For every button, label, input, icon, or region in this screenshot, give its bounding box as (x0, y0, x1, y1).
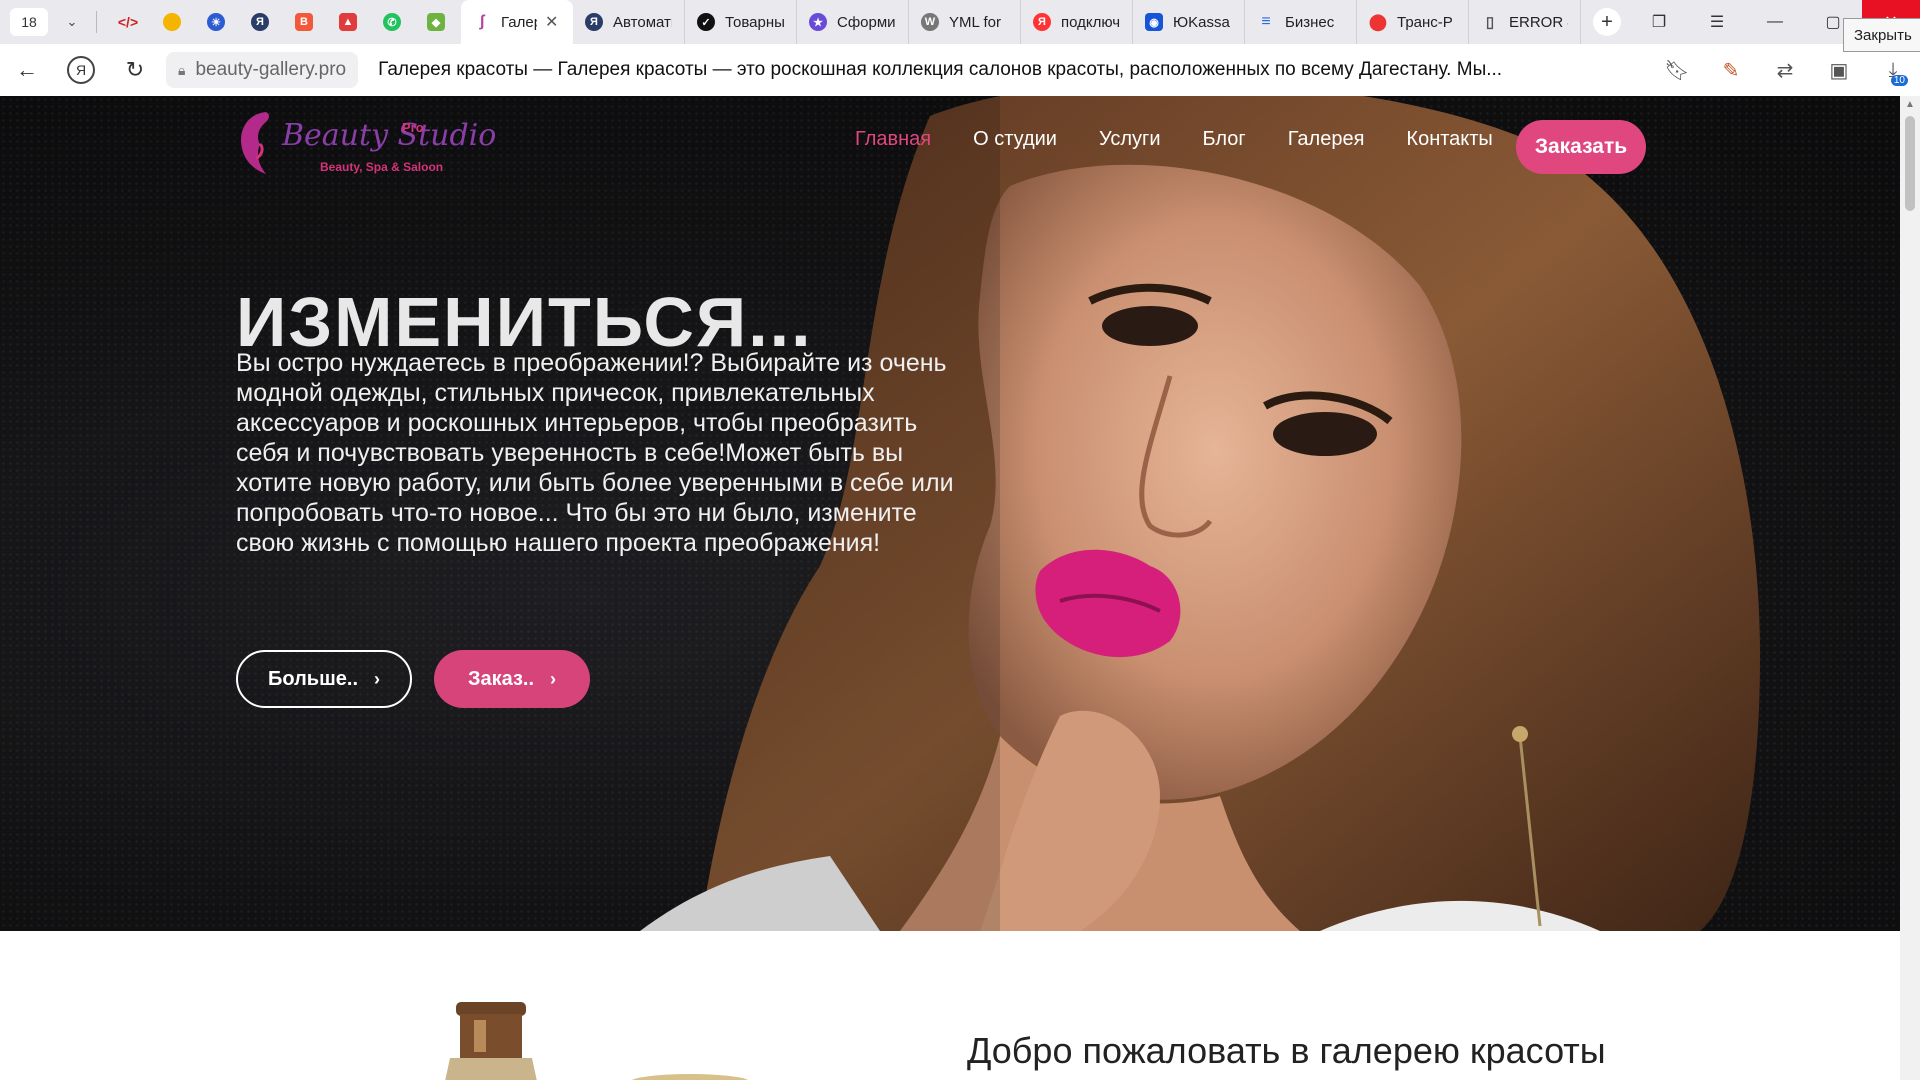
nav-home[interactable]: Главная (855, 128, 931, 151)
stripes-icon: ≡ (1261, 13, 1271, 30)
url-field[interactable]: 🔒︎ beauty-gallery.pro (166, 52, 359, 88)
tab-generate[interactable]: ★ Сформировать (797, 0, 909, 44)
order-button[interactable]: Заказать (1516, 120, 1646, 174)
nav-services[interactable]: Услуги (1099, 128, 1161, 151)
yandex-icon: Я (585, 13, 603, 31)
more-button[interactable]: Больше.. › (236, 650, 412, 708)
pinned-tab-green-app[interactable]: ◆ (417, 6, 455, 38)
pinned-tabs: </> ☀ Я B ▲ ✆ ◆ (109, 6, 455, 38)
woman-silhouette-icon (241, 112, 269, 174)
nav-blog[interactable]: Блог (1203, 128, 1246, 151)
site-header: Beauty Studio Pro Beauty, Spa & Saloon Г… (0, 96, 1900, 206)
chart-app-icon: ▲ (339, 13, 357, 31)
address-bar: ← Я ↻ 🔒︎ beauty-gallery.pro Галерея крас… (0, 44, 1920, 97)
tab-count-button[interactable]: 18 (10, 8, 48, 36)
map-pin-icon: ⬤ (1369, 14, 1387, 31)
pinned-tab-red-app[interactable]: ▲ (329, 6, 367, 38)
page-scrollbar[interactable]: ▲ (1900, 96, 1920, 1080)
tab-error[interactable]: ▯ ERROR 4 (1469, 0, 1581, 44)
main-nav: Главная О студии Услуги Блог Галерея Кон… (855, 128, 1535, 151)
tab-connect[interactable]: Я подключить (1021, 0, 1133, 44)
chevron-down-icon[interactable]: ⌄ (60, 14, 84, 30)
page-viewport: Beauty Studio Pro Beauty, Spa & Saloon Г… (0, 96, 1900, 1080)
tab-title: Сформировать (837, 13, 896, 31)
scroll-up-icon[interactable]: ▲ (1900, 96, 1920, 114)
lock-icon: 🔒︎ (178, 61, 186, 78)
logo-tagline: Beauty, Spa & Saloon (320, 160, 444, 174)
logo-text: Beauty Studio (282, 118, 497, 153)
minimize-button[interactable]: — (1746, 0, 1804, 44)
tab-title: Бизнес (1285, 13, 1335, 31)
beauty-logo-icon: ʃ (479, 13, 485, 30)
tab-title: Транс-Р (1397, 13, 1453, 31)
tab-title: YML for (949, 13, 1001, 31)
site-logo[interactable]: Beauty Studio Pro Beauty, Spa & Saloon (236, 108, 496, 178)
hero-section: Beauty Studio Pro Beauty, Spa & Saloon Г… (0, 96, 1900, 931)
document-icon: ▯ (1485, 14, 1495, 31)
scrollbar-thumb[interactable] (1905, 116, 1915, 211)
tab-business[interactable]: ≡ Бизнес (1245, 0, 1357, 44)
tab-yml[interactable]: W YML for (909, 0, 1021, 44)
pinned-tab-blogger[interactable]: B (285, 6, 323, 38)
bookmark-icon[interactable]: 🔖︎ (1650, 44, 1704, 96)
wordpress-icon: W (921, 13, 939, 31)
chevron-right-icon: › (550, 668, 557, 689)
browser-tab-strip: 18 ⌄ </> ☀ Я B ▲ ✆ ◆ ʃ Галерея красоты ✕… (0, 0, 1920, 44)
translate-icon[interactable]: ⇄ (1758, 44, 1812, 96)
downloads-badge: 10 (1890, 75, 1908, 86)
tab-title: ERROR 4 (1509, 13, 1568, 31)
tab-title: Товарный (725, 13, 784, 31)
collections-icon[interactable]: ❐ (1630, 0, 1688, 44)
yookassa-icon: ◉ (1145, 13, 1163, 31)
pinned-tab-code[interactable]: </> (109, 6, 147, 38)
star-icon: ★ (809, 13, 827, 31)
tooltip: Закрыть (1843, 18, 1920, 52)
hero-order-button-label: Заказ.. (467, 667, 535, 690)
blogger-icon: B (295, 13, 313, 31)
tab-title: Галерея красоты (501, 13, 537, 31)
tab-title: подключить (1061, 13, 1120, 31)
url-text: beauty-gallery.pro (195, 59, 347, 80)
close-icon[interactable]: ✕ (545, 12, 558, 32)
nav-contacts[interactable]: Контакты (1406, 128, 1492, 151)
product-bottle-image (445, 1002, 749, 1080)
sun-app-icon: ☀ (207, 13, 225, 31)
circle-app-icon (163, 13, 181, 31)
back-icon[interactable]: ← (0, 44, 54, 96)
logo-pro: Pro (402, 120, 424, 135)
tab-trans[interactable]: ⬤ Транс-Р (1357, 0, 1469, 44)
tab-title: Автоматизация (613, 13, 672, 31)
extension-icon[interactable]: ✎ (1704, 44, 1758, 96)
tab-product[interactable]: ✓ Товарный (685, 0, 797, 44)
code-icon: </> (117, 14, 139, 30)
tab-separator (96, 11, 97, 33)
yandex-home-icon[interactable]: Я (54, 44, 108, 96)
dark-circle-icon: ✓ (697, 13, 715, 31)
reload-icon[interactable]: ↻ (108, 44, 162, 96)
nav-about[interactable]: О студии (973, 128, 1057, 151)
nav-gallery[interactable]: Галерея (1288, 128, 1365, 151)
page-title: Галерея красоты — Галерея красоты — это … (378, 59, 1503, 80)
menu-icon[interactable]: ☰ (1688, 0, 1746, 44)
yandex-icon: Я (1033, 13, 1051, 31)
tab-yookassa[interactable]: ◉ ЮKassa (1133, 0, 1245, 44)
hero-order-button[interactable]: Заказ.. › (434, 650, 590, 708)
hero-description: Вы остро нуждаетесь в преображении!? Выб… (236, 349, 954, 557)
whatsapp-icon: ✆ (383, 13, 401, 31)
welcome-heading: Добро пожаловать в галерею красоты (967, 1030, 1606, 1071)
pinned-tab-sun[interactable]: ☀ (197, 6, 235, 38)
tab-list: ʃ Галерея красоты ✕ Я Автоматизация ✓ То… (461, 0, 1581, 44)
pinned-tab-circle[interactable] (153, 6, 191, 38)
more-button-label: Больше.. (268, 667, 358, 690)
chevron-right-icon: › (374, 668, 380, 689)
new-tab-button[interactable]: + (1593, 8, 1621, 36)
tab-automation[interactable]: Я Автоматизация (573, 0, 685, 44)
pinned-tab-yandex[interactable]: Я (241, 6, 279, 38)
yandex-icon: Я (251, 13, 269, 31)
tab-title: ЮKassa (1173, 13, 1230, 31)
pinned-tab-whatsapp[interactable]: ✆ (373, 6, 411, 38)
tab-beauty-gallery[interactable]: ʃ Галерея красоты ✕ (461, 0, 573, 44)
green-app-icon: ◆ (427, 13, 445, 31)
